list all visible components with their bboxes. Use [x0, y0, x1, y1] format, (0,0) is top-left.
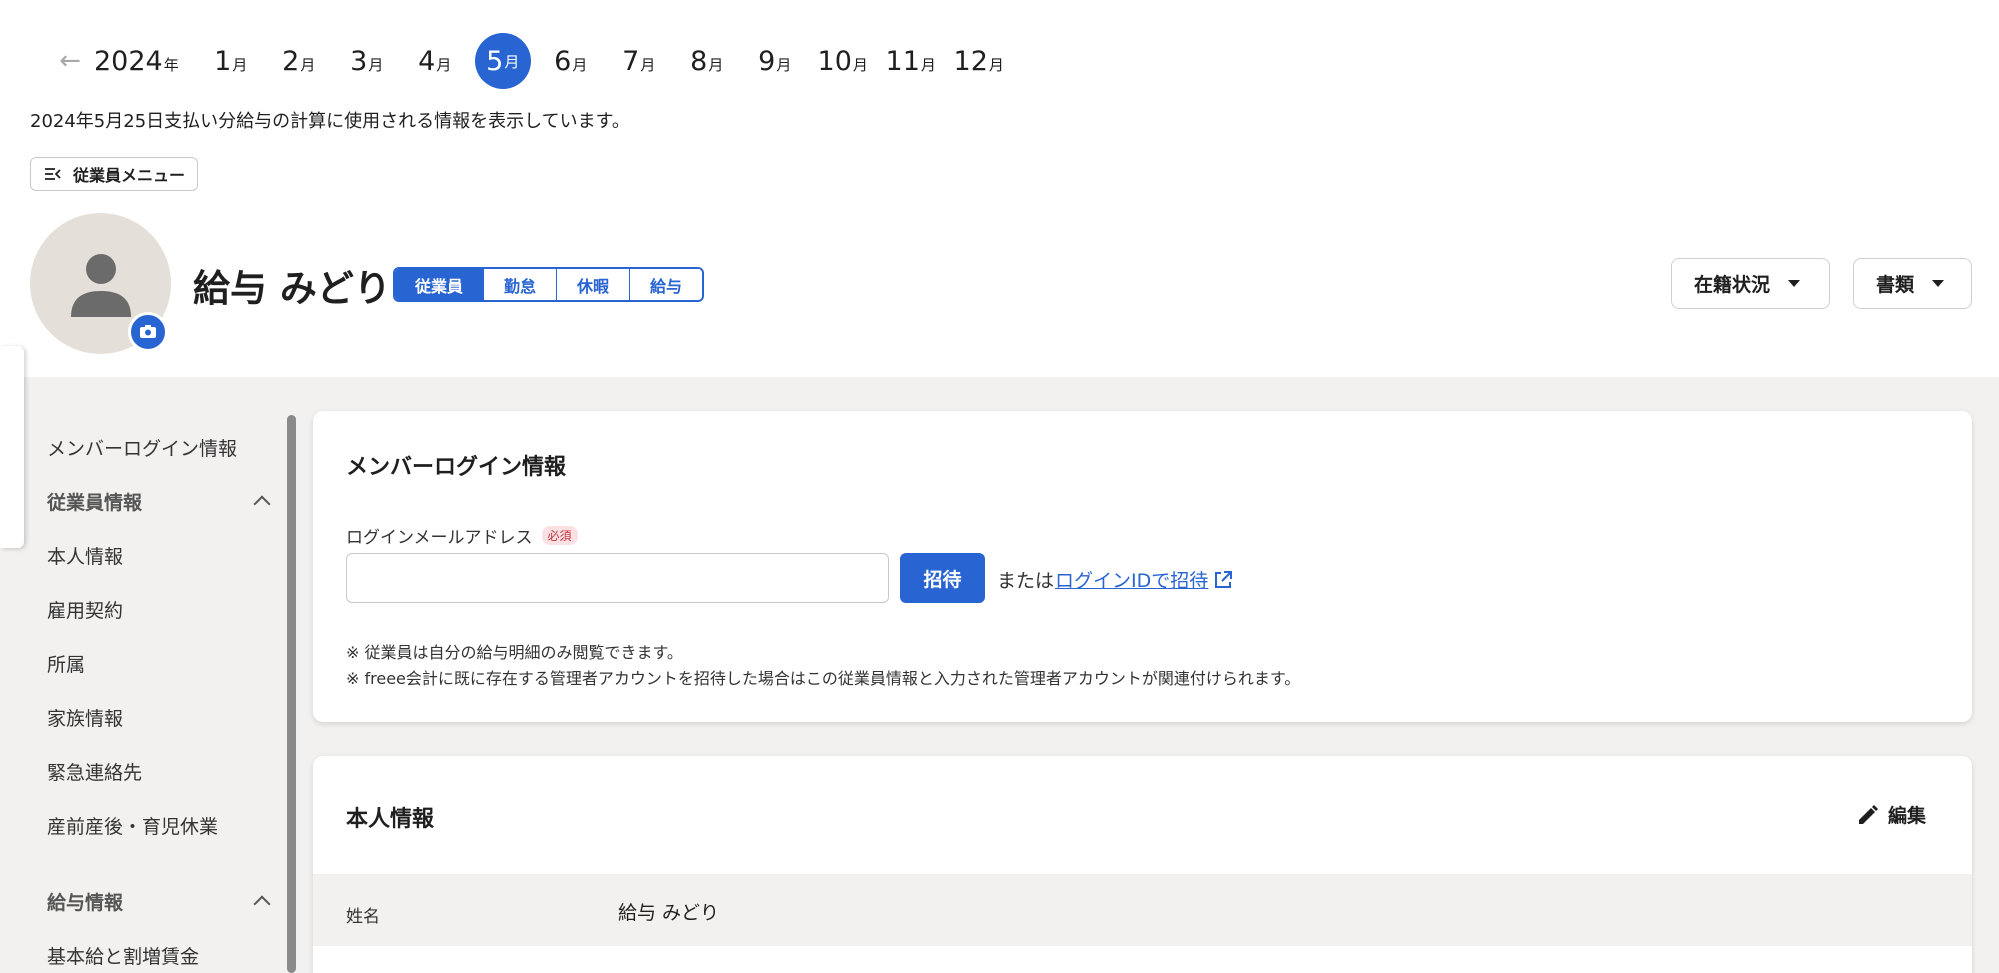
required-badge: 必須 — [541, 526, 578, 545]
sidebar-item-employment-contract[interactable]: 雇用契約 — [30, 582, 280, 636]
month-1[interactable]: 1月 — [197, 46, 265, 77]
month-number: 10 — [817, 45, 852, 77]
chevron-up-icon — [253, 895, 271, 913]
month-unit: 月 — [368, 55, 384, 74]
field-key: 姓名 — [346, 907, 380, 927]
month-unit: 月 — [300, 55, 316, 74]
month-11[interactable]: 11月 — [877, 46, 945, 77]
note-text: ※ 従業員は自分の給与明細のみ閲覧できます。 — [346, 643, 683, 662]
year-unit: 年 — [163, 55, 179, 74]
month-number: 4 — [418, 45, 436, 77]
side-panel-tab[interactable] — [0, 346, 24, 548]
month-number: 5 — [486, 45, 504, 77]
employee-name: 給与 みどり — [193, 267, 391, 310]
month-9[interactable]: 9月 — [741, 46, 809, 77]
month-8[interactable]: 8月 — [673, 46, 741, 77]
edit-button[interactable]: 編集 — [1856, 801, 1926, 828]
employee-menu-button[interactable]: 従業員メニュー — [30, 157, 199, 191]
or-text: または — [997, 570, 1055, 592]
sidebar-item-emergency-contact[interactable]: 緊急連絡先 — [30, 744, 280, 798]
year-value: 2024 — [94, 45, 163, 77]
month-number: 11 — [885, 45, 920, 77]
documents-dropdown[interactable]: 書類 — [1853, 258, 1972, 309]
external-link-icon[interactable] — [1212, 569, 1234, 591]
month-3[interactable]: 3月 — [333, 46, 401, 77]
month-unit: 月 — [988, 55, 1004, 74]
month-number: 3 — [350, 45, 368, 77]
info-row-name: 姓名 給与 みどり — [313, 874, 1972, 946]
pencil-icon — [1858, 804, 1878, 824]
card-title: メンバーログイン情報 — [346, 455, 567, 480]
month-unit: 月 — [776, 55, 792, 74]
note-text: ※ freee会計に既に存在する管理者アカウントを招待した場合はこの従業員情報と… — [346, 669, 1301, 688]
pay-info-text: 2024年5月25日支払い分給与の計算に使用される情報を表示しています。 — [30, 111, 630, 132]
sidebar-item-base-salary[interactable]: 基本給と割増賃金 — [30, 928, 280, 973]
login-email-input[interactable] — [346, 553, 889, 603]
caret-down-icon — [1788, 280, 1801, 287]
month-unit: 月 — [640, 55, 656, 74]
month-5-selected[interactable]: 5月 — [474, 33, 531, 89]
year-label[interactable]: 2024年 — [94, 46, 179, 77]
personal-info-card: 本人情報 編集 姓名 給与 みどり — [313, 756, 1972, 973]
tab-salary[interactable]: 給与 — [630, 269, 703, 300]
field-value: 給与 みどり — [618, 902, 720, 924]
arrow-left-icon[interactable]: ← — [50, 41, 90, 81]
employee-menu-label: 従業員メニュー — [73, 166, 186, 185]
card-title: 本人情報 — [346, 807, 435, 832]
month-unit: 月 — [504, 52, 520, 71]
sidebar-item-login-info[interactable]: メンバーログイン情報 — [30, 420, 280, 474]
sidebar-group-label: 給与情報 — [47, 891, 124, 914]
sidebar-group-salary-info[interactable]: 給与情報 — [30, 874, 280, 928]
invite-button[interactable]: 招待 — [900, 553, 985, 603]
month-unit: 月 — [232, 55, 248, 74]
chevron-up-icon — [253, 495, 271, 513]
documents-label: 書類 — [1876, 274, 1915, 296]
month-10[interactable]: 10月 — [809, 46, 877, 77]
email-field-label: ログインメールアドレス 必須 — [346, 523, 578, 548]
employment-status-label: 在籍状況 — [1694, 274, 1771, 296]
month-number: 6 — [554, 45, 572, 77]
month-12[interactable]: 12月 — [945, 46, 1013, 77]
tab-leave[interactable]: 休暇 — [557, 269, 631, 300]
sidebar-item-parental-leave[interactable]: 産前産後・育児休業 — [30, 798, 280, 852]
tab-employee[interactable]: 従業員 — [395, 269, 485, 300]
month-7[interactable]: 7月 — [605, 46, 673, 77]
month-number: 9 — [758, 45, 776, 77]
month-4[interactable]: 4月 — [401, 46, 469, 77]
sidebar-group-employee-info[interactable]: 従業員情報 — [30, 474, 280, 528]
login-id-invite-link[interactable]: ログインIDで招待 — [1055, 566, 1208, 593]
month-number: 7 — [622, 45, 640, 77]
edit-label: 編集 — [1887, 805, 1926, 827]
month-number: 8 — [690, 45, 708, 77]
sidebar-scrollbar[interactable] — [287, 415, 296, 973]
sidebar-item-family-info[interactable]: 家族情報 — [30, 690, 280, 744]
month-navigation: ← 2024年 1月 2月 3月 4月 5月 6月 7月 8月 9月 10月 1… — [50, 30, 1013, 92]
month-2[interactable]: 2月 — [265, 46, 333, 77]
month-unit: 月 — [852, 55, 868, 74]
sidebar-group-label: 従業員情報 — [47, 491, 143, 514]
employee-sidebar: メンバーログイン情報 従業員情報 本人情報 雇用契約 所属 家族情報 緊急連絡先… — [30, 420, 280, 973]
login-info-card: メンバーログイン情報 ログインメールアドレス 必須 招待 または ログインIDで… — [313, 411, 1972, 722]
tab-attendance[interactable]: 勤怠 — [484, 269, 558, 300]
person-icon — [71, 254, 131, 317]
month-unit: 月 — [920, 55, 936, 74]
month-number: 12 — [953, 45, 988, 77]
month-number: 2 — [282, 45, 300, 77]
camera-icon[interactable] — [128, 312, 168, 352]
month-6[interactable]: 6月 — [537, 46, 605, 77]
email-label-text: ログインメールアドレス — [346, 528, 533, 548]
menu-collapse-icon — [45, 168, 61, 180]
month-unit: 月 — [436, 55, 452, 74]
camera-glyph — [140, 325, 156, 338]
month-number: 1 — [214, 45, 232, 77]
invite-alternative: または ログインIDで招待 — [997, 566, 1234, 593]
sidebar-item-department[interactable]: 所属 — [30, 636, 280, 690]
sidebar-item-personal-info[interactable]: 本人情報 — [30, 528, 280, 582]
month-unit: 月 — [708, 55, 724, 74]
employment-status-dropdown[interactable]: 在籍状況 — [1671, 258, 1830, 309]
month-unit: 月 — [572, 55, 588, 74]
caret-down-icon — [1932, 280, 1945, 287]
employee-tabs: 従業員 勤怠 休暇 給与 — [393, 267, 705, 302]
